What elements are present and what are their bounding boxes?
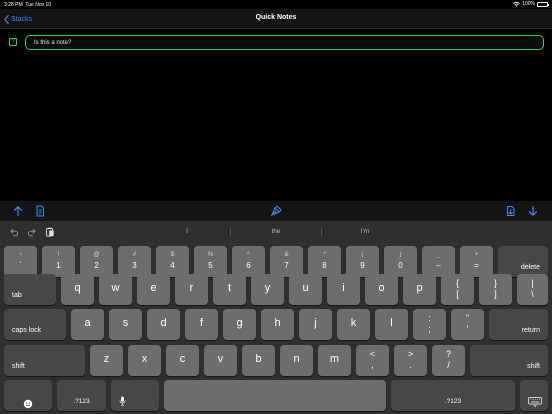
return-key[interactable]: return <box>489 309 548 340</box>
key-1[interactable]: ! 1 <box>42 246 75 277</box>
status-indicators: 100% <box>513 1 549 7</box>
key-w[interactable]: w <box>99 274 132 305</box>
status-time: 3:28 PM Tue Nov 10 <box>4 1 52 8</box>
key-k[interactable]: k <box>337 309 370 340</box>
key-q[interactable]: q <box>61 274 94 305</box>
key-8[interactable]: * 8 <box>308 246 341 277</box>
key-v[interactable]: v <box>204 345 237 376</box>
key-quote[interactable]: " ' <box>451 309 484 340</box>
right-shift-key[interactable]: shift <box>470 345 548 376</box>
numbers-key-left[interactable]: .?123 <box>57 380 106 411</box>
status-bar: 3:28 PM Tue Nov 10 100% <box>0 0 552 9</box>
redo-icon[interactable] <box>27 227 37 237</box>
editor-toolbar <box>0 201 552 221</box>
delete-key[interactable]: delete <box>498 246 548 277</box>
suggestion-divider <box>321 228 322 236</box>
key-b[interactable]: b <box>242 345 275 376</box>
dictation-key[interactable] <box>111 380 159 411</box>
key-t[interactable]: t <box>213 274 246 305</box>
wifi-icon <box>513 1 521 7</box>
key-4[interactable]: $4 <box>156 246 189 277</box>
key-j[interactable]: j <box>299 309 332 340</box>
key-period[interactable]: >. <box>394 345 427 376</box>
key-o[interactable]: o <box>365 274 398 305</box>
key-tilde[interactable]: ~ ` <box>4 246 37 277</box>
key-comma[interactable]: <, <box>356 345 389 376</box>
note-input-value: Is this a note? <box>34 39 72 46</box>
key-d[interactable]: d <box>147 309 180 340</box>
key-9[interactable]: (9 <box>346 246 379 277</box>
keyboard-dismiss-icon <box>528 397 542 407</box>
key-p[interactable]: p <box>403 274 436 305</box>
key-l[interactable]: l <box>375 309 408 340</box>
document-icon[interactable] <box>34 205 46 217</box>
suggestion-1[interactable]: I <box>157 228 217 235</box>
help-icon[interactable]: ? <box>9 38 17 46</box>
arrow-down-icon[interactable] <box>527 205 539 217</box>
key-g[interactable]: g <box>223 309 256 340</box>
caps-lock-key[interactable]: caps lock <box>4 309 66 340</box>
emoji-icon <box>23 399 33 409</box>
pen-tip-icon[interactable] <box>270 205 282 217</box>
navigation-bar: Stacks Quick Notes <box>0 9 552 29</box>
key-z[interactable]: z <box>90 345 123 376</box>
key-0[interactable]: ) 0 <box>384 246 417 277</box>
key-h[interactable]: h <box>261 309 294 340</box>
key-5[interactable]: % 5 <box>194 246 227 277</box>
battery-percent: 100% <box>522 1 535 7</box>
key-s[interactable]: s <box>109 309 142 340</box>
notes-content: ? Is this a note? <box>0 29 552 201</box>
key-f[interactable]: f <box>185 309 218 340</box>
key-i[interactable]: i <box>327 274 360 305</box>
key-minus[interactable]: _ – <box>422 246 455 277</box>
page-title: Quick Notes <box>255 14 297 21</box>
key-y[interactable]: y <box>251 274 284 305</box>
battery-icon <box>537 1 549 7</box>
key-r[interactable]: r <box>175 274 208 305</box>
key-semicolon[interactable]: :; <box>413 309 446 340</box>
emoji-key[interactable] <box>4 380 52 411</box>
key-u[interactable]: u <box>289 274 322 305</box>
key-equals[interactable]: + = <box>460 246 493 277</box>
arrow-up-icon[interactable] <box>12 205 24 217</box>
key-7[interactable]: & 7 <box>270 246 303 277</box>
suggestion-2[interactable]: the <box>246 228 306 235</box>
note-input[interactable]: Is this a note? <box>25 35 544 50</box>
key-backslash[interactable]: | \ <box>517 274 548 305</box>
key-x[interactable]: x <box>128 345 161 376</box>
undo-icon[interactable] <box>9 227 19 237</box>
suggestion-3[interactable]: I'm <box>335 228 395 235</box>
paste-icon[interactable] <box>45 227 55 237</box>
key-m[interactable]: m <box>318 345 351 376</box>
key-6[interactable]: ^ 6 <box>232 246 265 277</box>
key-n[interactable]: n <box>280 345 313 376</box>
space-bar[interactable] <box>164 380 386 411</box>
microphone-icon <box>119 396 126 406</box>
suggestion-divider <box>230 228 231 236</box>
numbers-key-right[interactable]: .?123 <box>391 380 515 411</box>
clipboard-doc-icon[interactable] <box>505 205 517 217</box>
predictive-bar: I the I'm <box>0 221 552 243</box>
tab-key[interactable]: tab <box>4 274 56 305</box>
key-2[interactable]: @2 <box>80 246 113 277</box>
key-left-brace[interactable]: {[ <box>441 274 474 305</box>
key-e[interactable]: e <box>137 274 170 305</box>
hide-keyboard-key[interactable] <box>520 380 548 411</box>
on-screen-keyboard: I the I'm ~ ` ! 1 @2 #3 $4 % 5 ^ 6 & 7 * 8 (9 … <box>0 221 552 414</box>
key-a[interactable]: a <box>71 309 104 340</box>
key-right-brace[interactable]: }] <box>479 274 512 305</box>
key-3[interactable]: #3 <box>118 246 151 277</box>
left-shift-key[interactable]: shift <box>4 345 85 376</box>
key-c[interactable]: c <box>166 345 199 376</box>
key-slash[interactable]: ? / <box>432 345 465 376</box>
